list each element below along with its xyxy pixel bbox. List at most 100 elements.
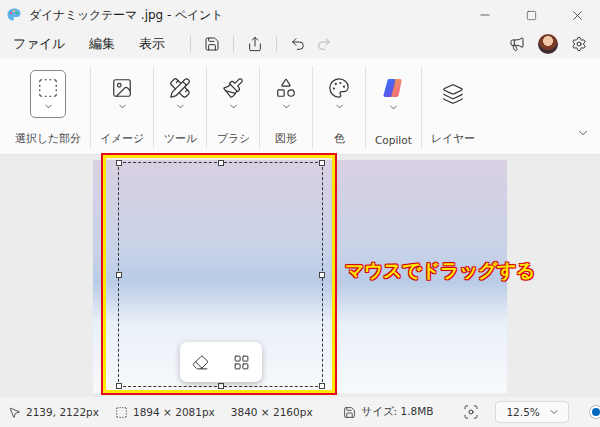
- zoom-slider[interactable]: [595, 411, 600, 414]
- ribbon-group: Copilot: [366, 66, 422, 148]
- megaphone-icon: [509, 36, 525, 52]
- brush-button[interactable]: [216, 70, 250, 118]
- tools-button[interactable]: [163, 70, 197, 118]
- minimize-icon: [478, 8, 492, 22]
- paint-window: ダイナミックテーマ .jpg - ペイントファイル編集表示選択した部分 イメージ ツ…: [0, 0, 600, 427]
- save-icon: [204, 36, 220, 52]
- menu-item[interactable]: 表示: [132, 32, 172, 56]
- settings-button[interactable]: [566, 32, 592, 56]
- color-button[interactable]: [322, 70, 356, 118]
- close-icon: [570, 8, 585, 23]
- undo-button[interactable]: [285, 32, 311, 56]
- window-title: ダイナミックテーマ .jpg - ペイント: [29, 7, 462, 24]
- maximize-icon: [526, 10, 537, 21]
- tools-icon: [169, 77, 191, 99]
- ribbon-label: 図形: [275, 132, 297, 148]
- ribbon-label: ブラシ: [217, 132, 250, 148]
- paint-app-icon: [6, 7, 22, 23]
- selection-icon: [37, 77, 59, 99]
- menu-bar: ファイル編集表示: [0, 30, 600, 58]
- image-size: 3840 × 2160px: [231, 406, 313, 418]
- ribbon-group: 色: [313, 66, 366, 148]
- menu-divider: [190, 36, 191, 52]
- chevron-down-icon: [388, 102, 399, 113]
- ribbon-group: 選択した部分: [6, 66, 91, 148]
- ribbon-label: 選択した部分: [15, 132, 81, 148]
- minimize-button[interactable]: [462, 0, 508, 30]
- account-avatar[interactable]: [538, 34, 558, 54]
- selection-handle[interactable]: [319, 160, 325, 166]
- palette-icon: [328, 77, 350, 99]
- copilot-button[interactable]: [376, 70, 410, 118]
- layers-button[interactable]: [436, 70, 470, 118]
- file-size: サイズ: 1.8MB: [343, 405, 434, 419]
- ribbon-label: イメージ: [100, 132, 144, 148]
- cursor-position: 2139, 2122px: [8, 406, 99, 419]
- selection-handle[interactable]: [319, 272, 325, 278]
- menu-item[interactable]: 編集: [82, 32, 122, 56]
- chevron-down-icon: [281, 101, 292, 112]
- image-button[interactable]: [105, 70, 139, 118]
- selection-handle[interactable]: [116, 383, 122, 389]
- ribbon-group: イメージ: [91, 66, 154, 148]
- brush-icon: [222, 77, 244, 99]
- gear-icon: [571, 36, 587, 52]
- copilot-icon: [381, 76, 405, 100]
- canvas-area: マウスでドラッグする: [0, 155, 600, 397]
- redo-icon: [316, 36, 332, 52]
- chevron-down-icon: [548, 406, 560, 418]
- ribbon-label: ツール: [164, 132, 197, 148]
- share-button[interactable]: [242, 32, 268, 56]
- zoom-slider-thumb[interactable]: [590, 406, 600, 418]
- undo-icon: [290, 36, 306, 52]
- cursor-icon: [8, 406, 21, 419]
- redo-button[interactable]: [311, 32, 337, 56]
- image-icon: [111, 77, 133, 99]
- save-icon: [343, 406, 356, 419]
- title-bar: ダイナミックテーマ .jpg - ペイント: [0, 0, 600, 30]
- chevron-down-icon: [117, 101, 128, 112]
- selection-size: 1894 × 2081px: [115, 406, 215, 419]
- share-icon: [247, 36, 263, 52]
- ribbon-label: Copilot: [375, 134, 412, 148]
- ribbon-label: レイヤー: [431, 132, 475, 148]
- close-button[interactable]: [554, 0, 600, 30]
- selection-button[interactable]: [30, 70, 66, 118]
- ribbon-expand-button[interactable]: [572, 125, 594, 148]
- menu-divider: [276, 36, 277, 52]
- ribbon-group: 図形: [260, 66, 313, 148]
- status-bar: 2139, 2122px 1894 × 2081px 3840 × 2160px サイ…: [0, 397, 600, 427]
- selection-handle[interactable]: [218, 160, 224, 166]
- fit-icon: [463, 404, 479, 420]
- chevron-down-icon: [43, 101, 54, 112]
- zoom-dropdown[interactable]: 12.5%: [495, 401, 568, 423]
- shapes-icon: [275, 77, 297, 99]
- chevron-down-icon: [334, 101, 345, 112]
- shapes-button[interactable]: [269, 70, 303, 118]
- feedback-button[interactable]: [504, 32, 530, 56]
- fit-to-window-button[interactable]: [463, 404, 479, 420]
- chevron-down-icon: [175, 101, 186, 112]
- ribbon: 選択した部分 イメージ ツール ブラシ 図形 色 Copilot レイヤー: [0, 58, 600, 155]
- selection-icon: [115, 406, 128, 419]
- selection-handle[interactable]: [218, 383, 224, 389]
- menu-divider: [233, 36, 234, 52]
- menu-item[interactable]: ファイル: [6, 32, 72, 56]
- erase-background-icon[interactable]: [192, 354, 209, 371]
- save-button[interactable]: [199, 32, 225, 56]
- ribbon-group: レイヤー: [422, 66, 484, 148]
- ribbon-group: ツール: [154, 66, 207, 148]
- chevron-down-icon: [228, 101, 239, 112]
- transparent-selection-icon[interactable]: [233, 354, 250, 371]
- photo-image[interactable]: マウスでドラッグする: [93, 160, 507, 393]
- ribbon-group: ブラシ: [207, 66, 260, 148]
- maximize-button[interactable]: [508, 0, 554, 30]
- ribbon-label: 色: [334, 132, 345, 148]
- selection-handle[interactable]: [116, 160, 122, 166]
- selection-handle[interactable]: [116, 272, 122, 278]
- selection-handle[interactable]: [319, 383, 325, 389]
- selection-toolbar: [180, 342, 262, 382]
- annotation-text: マウスでドラッグする: [345, 258, 535, 284]
- layers-icon: [442, 83, 464, 105]
- chevron-down-icon: [576, 126, 590, 140]
